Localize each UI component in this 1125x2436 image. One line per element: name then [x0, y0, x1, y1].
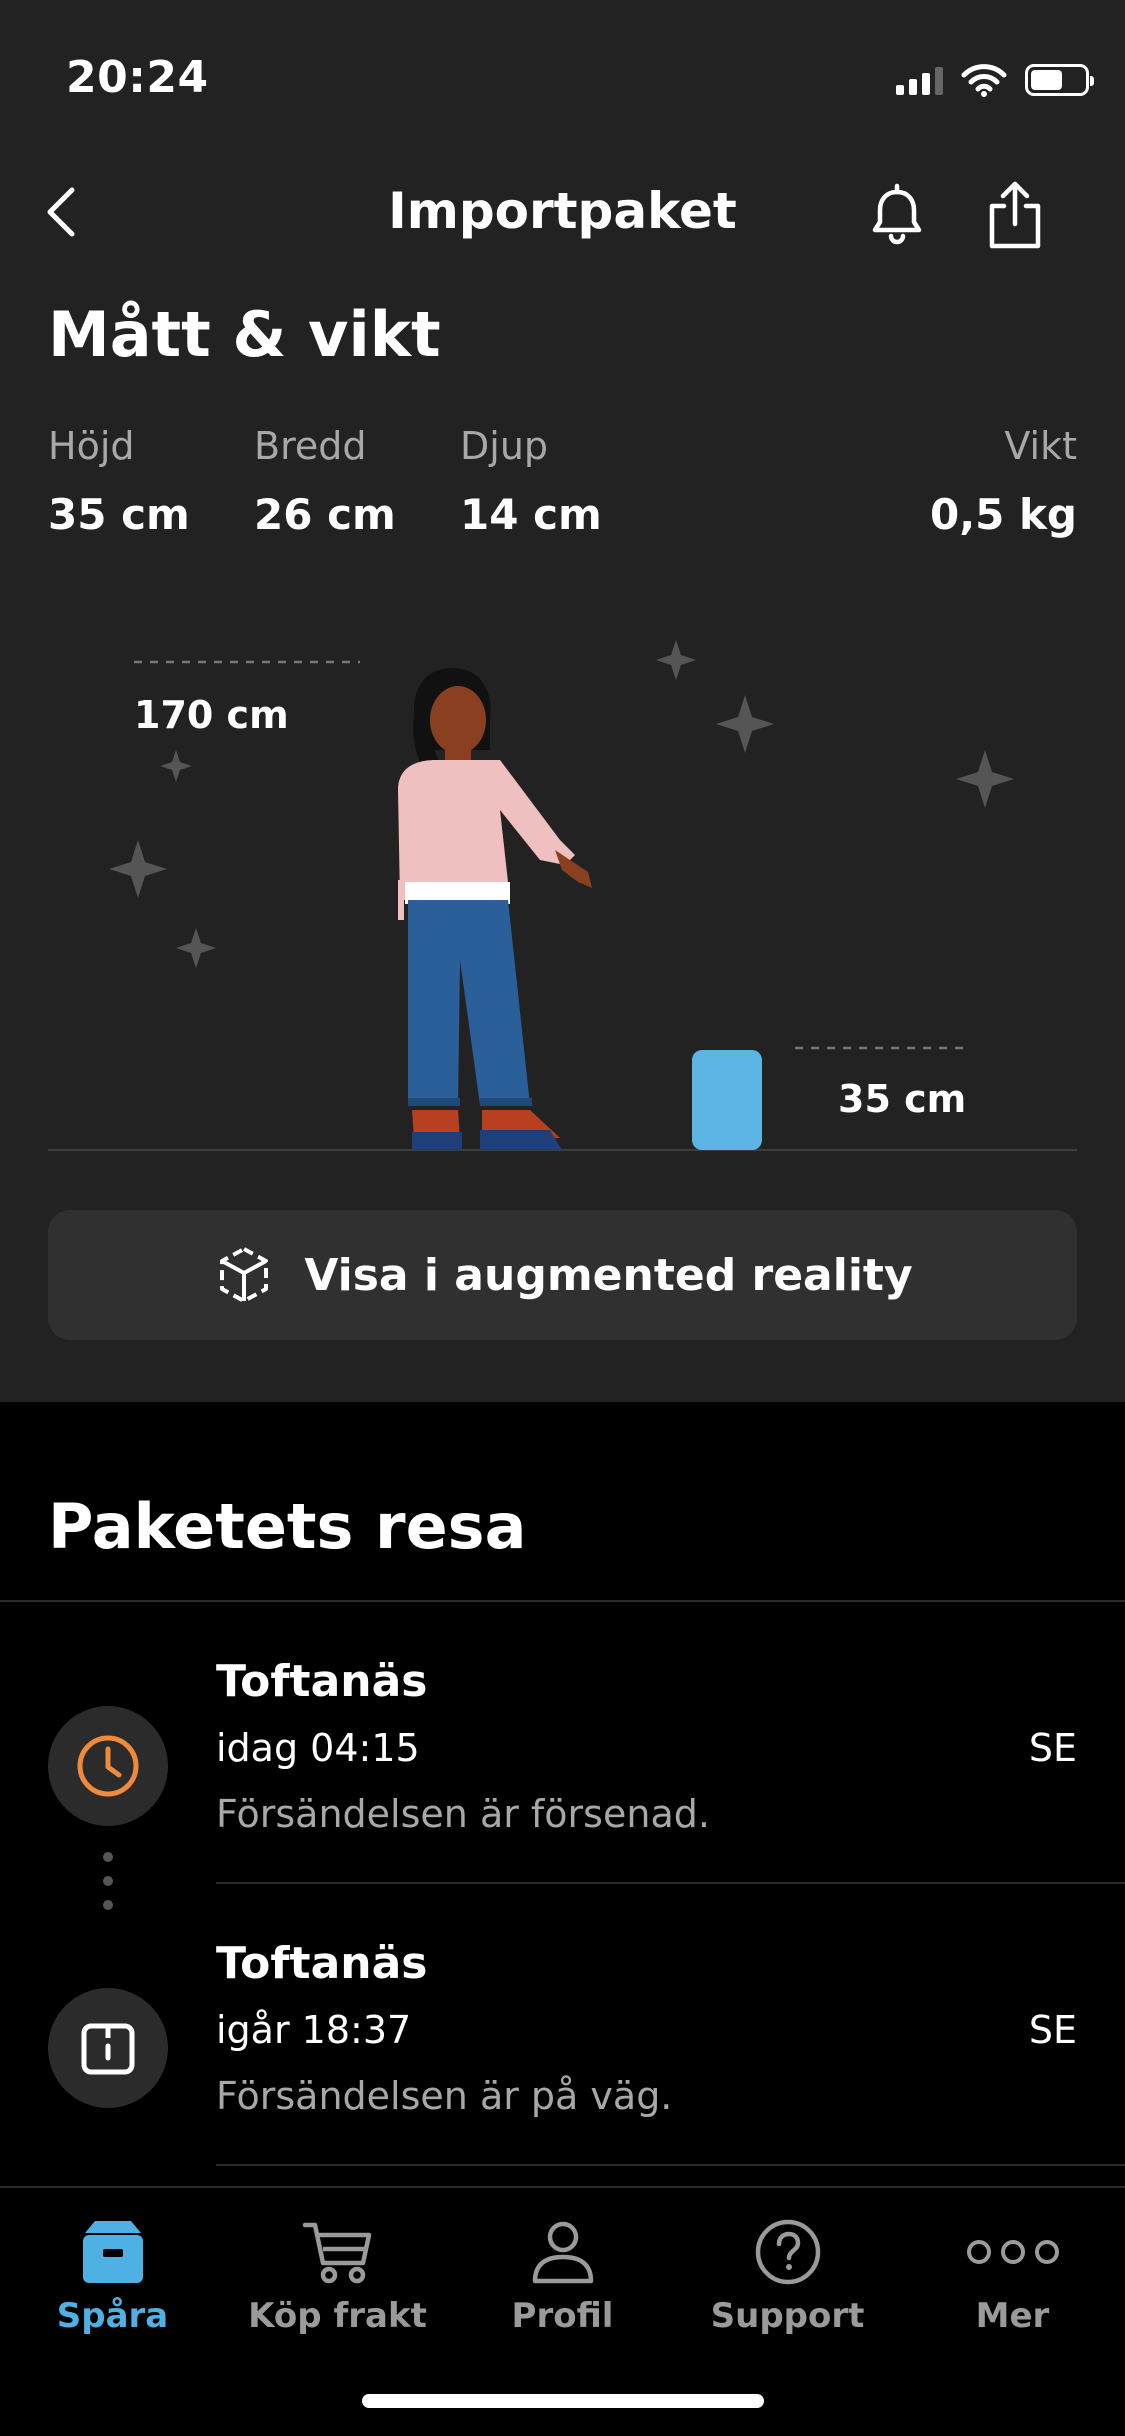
tab-profile[interactable]: Profil	[450, 2212, 675, 2342]
dimension-value: 26 cm	[254, 490, 396, 539]
divider	[216, 1882, 1125, 1884]
event-description: Försändelsen är på väg.	[216, 2074, 673, 2118]
home-indicator	[362, 2394, 764, 2408]
event-icon-badge	[48, 1988, 168, 2108]
tab-label: Mer	[975, 2296, 1050, 2336]
size-comparison-illustration: 170 cm 35 cm	[48, 640, 1077, 1151]
tab-label: Profil	[511, 2296, 614, 2336]
dimension-value: 35 cm	[48, 490, 190, 539]
tab-more[interactable]: Mer	[900, 2212, 1125, 2342]
dimensions-row: Höjd 35 cm Bredd 26 cm Djup 14 cm Vikt 0…	[48, 424, 1077, 544]
sparkle-icon	[109, 640, 1014, 968]
cart-icon	[302, 2222, 371, 2284]
ar-button-label: Visa i augmented reality	[304, 1249, 913, 1301]
event-time: idag 04:15	[216, 1726, 420, 1770]
signal-icon	[896, 65, 943, 95]
person-illustration	[398, 668, 592, 1150]
dimensions-title: Mått & vikt	[48, 298, 441, 371]
dimension-label: Höjd	[48, 424, 135, 468]
tab-label: Spåra	[56, 2296, 169, 2336]
ar-cube-icon	[220, 1247, 269, 1303]
question-icon	[755, 2219, 820, 2285]
wifi-icon	[961, 64, 1007, 97]
tab-track[interactable]: Spåra	[0, 2212, 225, 2342]
event-time: igår 18:37	[216, 2008, 412, 2052]
dimension-value: 14 cm	[460, 490, 602, 539]
status-time: 20:24	[66, 52, 209, 103]
clock-icon	[77, 1735, 139, 1797]
view-in-ar-button[interactable]: Visa i augmented reality	[48, 1210, 1077, 1340]
battery-icon	[1025, 64, 1094, 96]
tab-support[interactable]: Support	[675, 2212, 900, 2342]
event-place: Toftanäs	[216, 1656, 428, 1707]
dimension-depth: Djup 14 cm	[460, 424, 602, 539]
divider	[0, 1600, 1125, 1602]
package-illustration	[692, 1050, 762, 1150]
battery-level	[1031, 70, 1063, 90]
event-icon-badge	[48, 1706, 168, 1826]
journey-event[interactable]: Toftanäs igår 18:37 Försändelsen är på v…	[0, 1938, 1125, 2178]
event-country: SE	[1028, 2008, 1077, 2052]
dimension-label: Vikt	[1004, 424, 1077, 468]
dimension-value: 0,5 kg	[929, 490, 1077, 539]
person-icon	[532, 2221, 593, 2284]
package-icon	[81, 2023, 135, 2075]
dimension-label: Djup	[460, 424, 549, 468]
divider	[216, 2164, 1125, 2166]
package-height-label: 35 cm	[838, 1077, 966, 1121]
journey-event[interactable]: Toftanäs idag 04:15 Försändelsen är förs…	[0, 1656, 1125, 1896]
package-track-icon	[82, 2221, 143, 2283]
tab-label: Support	[710, 2296, 865, 2336]
bell-icon[interactable]	[862, 180, 932, 250]
timeline-connector	[103, 1852, 113, 1924]
event-country: SE	[1028, 1726, 1077, 1770]
more-dots-icon	[966, 2240, 1059, 2264]
share-icon[interactable]	[980, 176, 1050, 254]
dimension-label: Bredd	[254, 424, 367, 468]
journey-title: Paketets resa	[48, 1490, 527, 1563]
dimension-weight: Vikt 0,5 kg	[930, 424, 1077, 539]
tab-buy-shipping[interactable]: Köp frakt	[225, 2212, 450, 2342]
dimension-width: Bredd 26 cm	[254, 424, 396, 539]
event-place: Toftanäs	[216, 1938, 428, 1989]
page-title: Importpaket	[388, 182, 737, 240]
tab-label: Köp frakt	[248, 2296, 427, 2336]
event-description: Försändelsen är försenad.	[216, 1792, 710, 1836]
status-icons	[896, 62, 1094, 98]
dimension-height: Höjd 35 cm	[48, 424, 190, 539]
person-height-label: 170 cm	[134, 693, 289, 737]
